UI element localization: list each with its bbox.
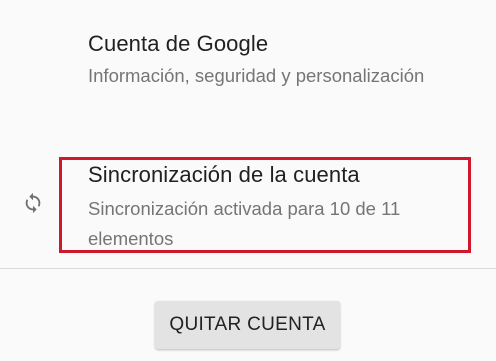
account-sync-title: Sincronización de la cuenta [88,162,360,187]
divider [0,268,496,269]
google-account-title: Cuenta de Google [88,31,269,56]
sync-icon [25,192,41,214]
account-sync-subtitle: Sincronización activada para 10 de 11 el… [88,198,401,249]
account-sync-item[interactable]: Sincronización de la cuenta Sincronizaci… [0,140,496,265]
google-account-subtitle: Información, seguridad y personalización [88,65,425,86]
google-account-item[interactable]: Cuenta de Google Información, seguridad … [0,0,496,135]
remove-account-button[interactable]: QUITAR CUENTA [155,301,340,349]
